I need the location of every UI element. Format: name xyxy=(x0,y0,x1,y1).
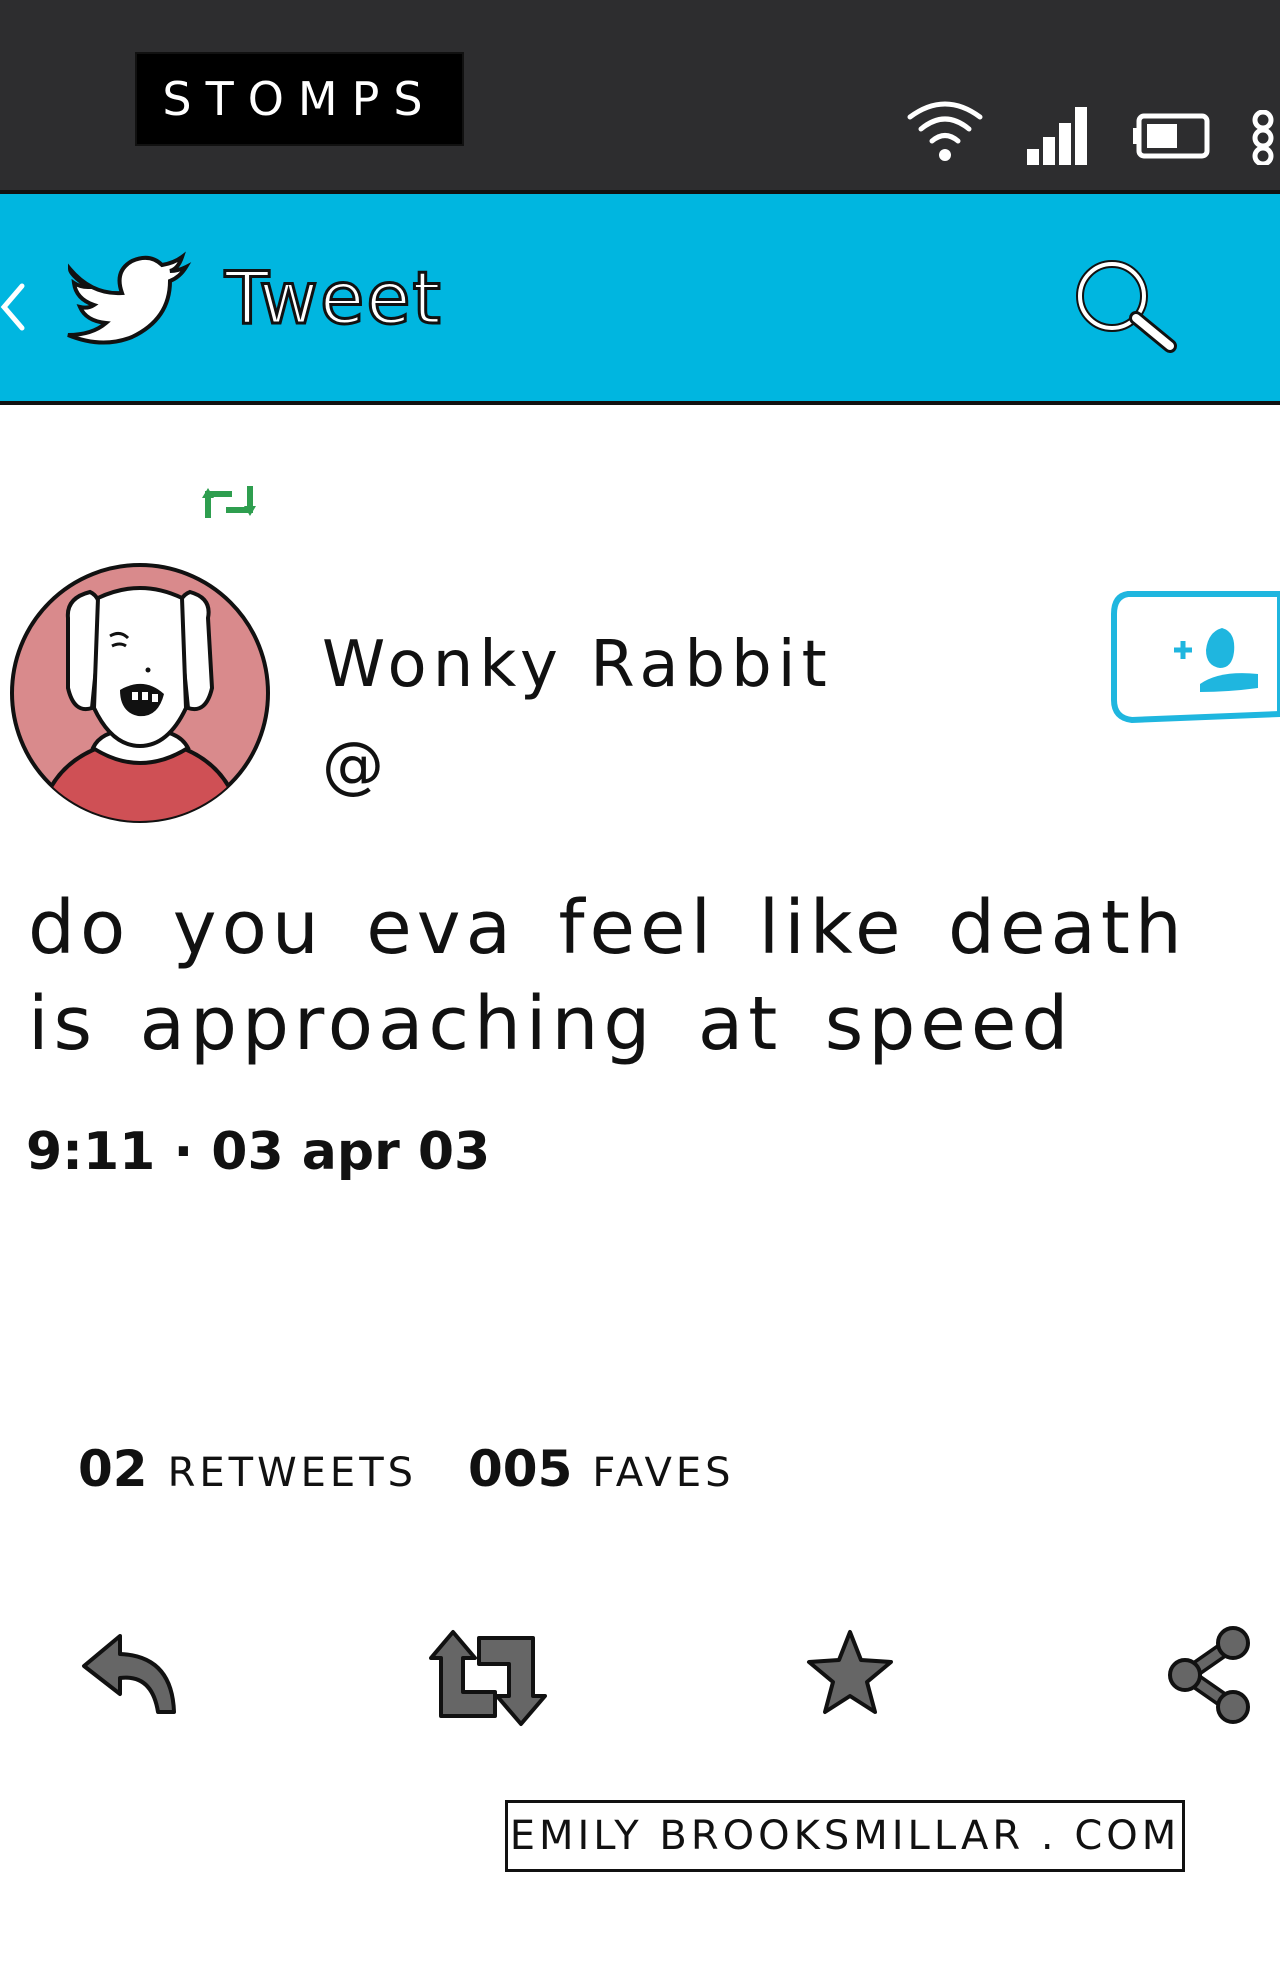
user-name[interactable]: Wonky Rabbit xyxy=(322,628,833,702)
tweet-timestamp: 9:11 · 03 apr 03 xyxy=(26,1122,491,1182)
avatar[interactable] xyxy=(8,558,273,828)
fave-count[interactable]: 005 FAVES xyxy=(468,1440,735,1498)
fave-count-number: 005 xyxy=(468,1440,573,1498)
share-icon[interactable] xyxy=(1165,1625,1255,1725)
retweet-count-label: RETWEETS xyxy=(167,1450,418,1496)
twitter-bird-icon xyxy=(67,251,192,345)
app-header: Tweet xyxy=(0,190,1280,405)
reply-icon[interactable] xyxy=(80,1628,180,1718)
wifi-icon xyxy=(907,101,983,161)
fave-count-label: FAVES xyxy=(592,1450,735,1496)
user-handle[interactable]: @ xyxy=(322,728,384,801)
signal-icon xyxy=(1027,107,1087,165)
retweet-count-number: 02 xyxy=(78,1440,148,1498)
favorite-icon[interactable] xyxy=(805,1628,895,1716)
back-icon[interactable] xyxy=(0,282,30,332)
battery-icon xyxy=(1133,113,1210,159)
carrier-label: STOMPS xyxy=(135,52,464,146)
retweet-icon xyxy=(202,486,256,518)
menu-icon[interactable] xyxy=(1245,110,1280,165)
retweet-count[interactable]: 02 RETWEETS xyxy=(78,1440,417,1498)
retweet-button[interactable] xyxy=(425,1628,550,1728)
artist-credit: EMILY BROOKSMILLAR . COM xyxy=(505,1800,1185,1872)
status-bar: STOMPS xyxy=(0,0,1280,192)
follow-button[interactable] xyxy=(1108,588,1280,726)
search-icon[interactable] xyxy=(1070,256,1180,356)
page-title: Tweet xyxy=(224,255,443,342)
tweet-text: do you eva feel like death is approachin… xyxy=(28,885,1187,1067)
